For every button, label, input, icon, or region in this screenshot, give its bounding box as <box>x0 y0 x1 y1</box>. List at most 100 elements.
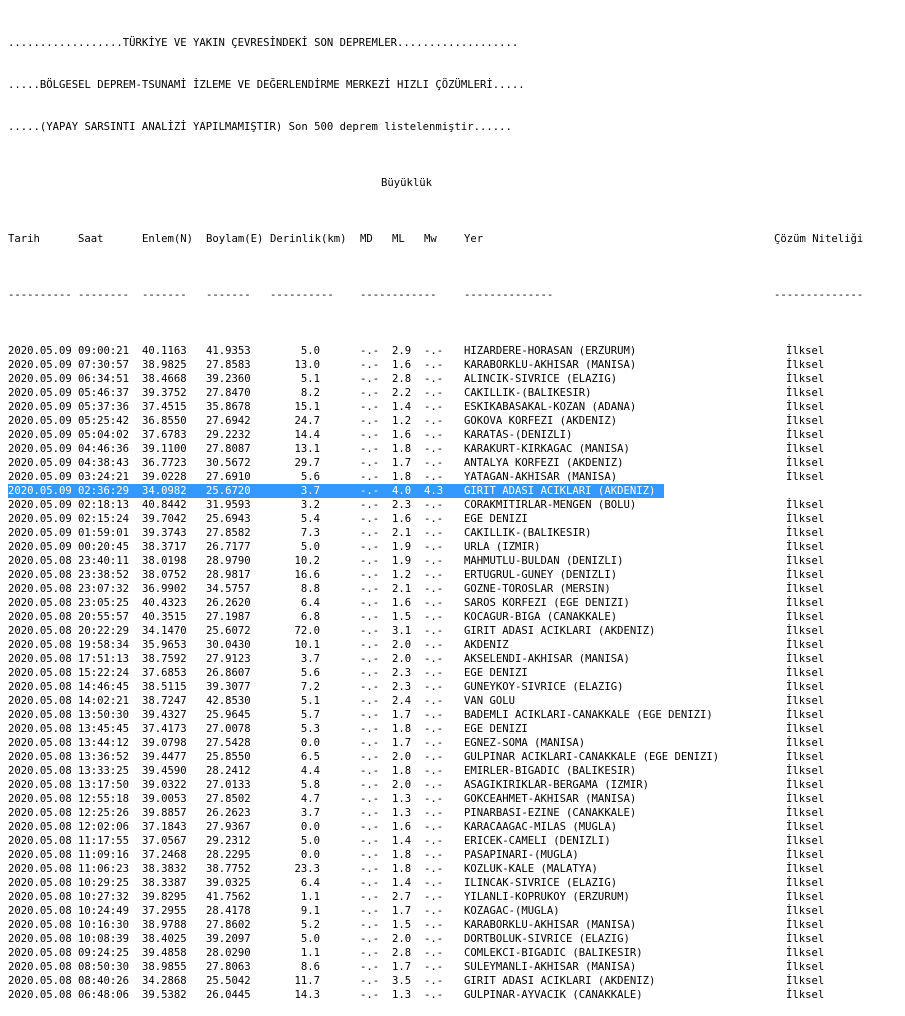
cell-place: GULPINAR ACIKLARI-CANAKKALE (EGE DENIZI) <box>464 751 720 763</box>
table-row[interactable]: 2020.05.09 06:34:51 38.4668 39.2360 5.1 -.- 2.… <box>8 372 863 386</box>
table-row[interactable]: 2020.05.08 12:25:26 39.8857 26.2623 3.7 -.- 1.… <box>8 806 863 820</box>
cell-ml: 1.6 <box>392 821 412 833</box>
table-row[interactable]: 2020.05.08 20:55:57 40.3515 27.1987 6.8 -.- 1.… <box>8 610 863 624</box>
table-row[interactable]: 2020.05.08 20:22:29 34.1470 25.6072 72.0 -.- 3… <box>8 624 863 638</box>
table-row[interactable]: 2020.05.08 11:06:23 38.3832 38.7752 23.3 -.- 1… <box>8 862 863 876</box>
table-row[interactable]: 2020.05.08 13:33:25 39.4590 28.2412 4.4 -.- 1.… <box>8 764 863 778</box>
table-row[interactable]: 2020.05.09 01:59:01 39.3743 27.8582 7.3 -.- 2.… <box>8 526 863 540</box>
cell-date: 2020.05.08 <box>8 709 72 721</box>
cell-md: -.- <box>360 541 380 553</box>
table-row[interactable]: 2020.05.09 02:18:13 40.8442 31.9593 3.2 -.- 2.… <box>8 498 863 512</box>
cell-lon: 25.6072 <box>206 625 251 637</box>
cell-time: 10:16:30 <box>78 919 130 931</box>
cell-mw: -.- <box>424 961 444 973</box>
cell-md: -.- <box>360 639 380 651</box>
cell-md: -.- <box>360 877 380 889</box>
cell-place: GOZNE-TOROSLAR (MERSIN) <box>464 583 611 595</box>
cell-place: YILANLI-KOPRUKOY (ERZURUM) <box>464 891 630 903</box>
cell-place: EGNEZ-SOMA (MANISA) <box>464 737 586 749</box>
table-row[interactable]: 2020.05.08 10:08:39 38.4025 39.2097 5.0 -.- 2.… <box>8 932 863 946</box>
cell-md: -.- <box>360 401 380 413</box>
cell-quality: İlksel <box>786 779 825 791</box>
table-row[interactable]: 2020.05.08 13:45:45 37.4173 27.0078 5.3 -.- 1.… <box>8 722 863 736</box>
cell-depth: 8.6 <box>300 961 320 973</box>
table-row[interactable]: 2020.05.08 14:02:21 38.7247 42.8530 5.1 -.- 2.… <box>8 694 863 708</box>
magnitude-group-label: Büyüklük <box>381 177 433 189</box>
cell-depth: 5.0 <box>300 933 320 945</box>
table-row[interactable]: 2020.05.08 10:27:32 39.8295 41.7562 1.1 -.- 2.… <box>8 890 863 904</box>
cell-date: 2020.05.09 <box>8 401 72 413</box>
table-row[interactable]: 2020.05.08 14:46:45 38.5115 39.3077 7.2 -.- 2.… <box>8 680 863 694</box>
cell-mw: -.- <box>424 373 444 385</box>
cell-place: GUNEYKOY-SIVRICE (ELAZIG) <box>464 681 624 693</box>
table-row[interactable]: 2020.05.08 08:40:26 34.2868 25.5042 11.7 -.- 3… <box>8 974 863 988</box>
cell-mw: -.- <box>424 933 444 945</box>
cell-place: EGE DENIZI <box>464 723 528 735</box>
table-row[interactable]: 2020.05.08 10:29:25 38.3387 39.0325 6.4 -.- 1.… <box>8 876 863 890</box>
cell-date: 2020.05.08 <box>8 611 72 623</box>
table-row[interactable]: 2020.05.08 12:02:06 37.1843 27.9367 0.0 -.- 1.… <box>8 820 863 834</box>
cell-date: 2020.05.09 <box>8 527 72 539</box>
table-row[interactable]: 2020.05.08 17:51:13 38.7592 27.9123 3.7 -.- 2.… <box>8 652 863 666</box>
cell-lon: 41.9353 <box>206 345 251 357</box>
cell-place: KOCAGUR-BIGA (CANAKKALE) <box>464 611 618 623</box>
table-row[interactable]: 2020.05.08 11:09:16 37.2468 28.2295 0.0 -.- 1.… <box>8 848 863 862</box>
table-row[interactable]: 2020.05.09 04:38:43 36.7723 30.5672 29.7 -.- 1… <box>8 456 863 470</box>
table-row[interactable]: 2020.05.08 13:17:50 39.0322 27.0133 5.8 -.- 2.… <box>8 778 863 792</box>
table-row[interactable]: 2020.05.08 23:07:32 36.9902 34.5757 8.8 -.- 2.… <box>8 582 863 596</box>
cell-md: -.- <box>360 695 380 707</box>
table-row[interactable]: 2020.05.09 02:36:29 34.0982 25.6720 3.7 -.- 4.… <box>8 484 824 498</box>
table-row[interactable]: 2020.05.08 13:36:52 39.4477 25.8550 6.5 -.- 2.… <box>8 750 863 764</box>
table-row[interactable]: 2020.05.08 06:48:06 39.5382 26.0445 14.3 -.- 1… <box>8 988 863 1002</box>
table-row[interactable]: 2020.05.08 13:44:12 39.0798 27.5428 0.0 -.- 1.… <box>8 736 863 750</box>
cell-lon: 26.2623 <box>206 807 251 819</box>
table-row[interactable]: 2020.05.08 10:16:30 38.9788 27.8602 5.2 -.- 1.… <box>8 918 863 932</box>
cell-quality: İlksel <box>786 821 825 833</box>
cell-depth: 7.3 <box>300 527 320 539</box>
table-row[interactable]: 2020.05.09 02:15:24 39.7042 25.6943 5.4 -.- 1.… <box>8 512 863 526</box>
cell-place: VAN GOLU <box>464 695 516 707</box>
cell-ml: 2.0 <box>392 933 412 945</box>
cell-lat: 38.3717 <box>142 541 187 553</box>
cell-quality: İlksel <box>786 499 825 511</box>
table-row[interactable]: 2020.05.08 15:22:24 37.6853 26.8607 5.6 -.- 2.… <box>8 666 863 680</box>
cell-quality: İlksel <box>786 919 825 931</box>
cell-md: -.- <box>360 569 380 581</box>
cell-ml: 2.4 <box>392 695 412 707</box>
table-row[interactable]: 2020.05.08 09:24:25 39.4858 28.0290 1.1 -.- 2.… <box>8 946 863 960</box>
table-row[interactable]: 2020.05.09 03:24:21 39.0228 27.6910 5.6 -.- 1.… <box>8 470 863 484</box>
cell-lat: 39.0053 <box>142 793 187 805</box>
cell-ml: 2.3 <box>392 499 412 511</box>
cell-lat: 37.6783 <box>142 429 187 441</box>
cell-md: -.- <box>360 751 380 763</box>
table-row[interactable]: 2020.05.08 23:38:52 38.0752 28.9817 16.6 -.- 1… <box>8 568 863 582</box>
table-row[interactable]: 2020.05.09 09:00:21 40.1163 41.9353 5.0 -.- 2.… <box>8 344 863 358</box>
table-row[interactable]: 2020.05.09 04:46:36 39.1100 27.8087 13.1 -.- 1… <box>8 442 863 456</box>
table-row[interactable]: 2020.05.08 13:50:30 39.4327 25.9645 5.7 -.- 1.… <box>8 708 863 722</box>
table-row[interactable]: 2020.05.08 11:17:55 37.0567 29.2312 5.0 -.- 1.… <box>8 834 863 848</box>
table-row[interactable]: 2020.05.09 05:37:36 37.4515 35.8678 15.1 -.- 1… <box>8 400 863 414</box>
cell-md: -.- <box>360 947 380 959</box>
table-row[interactable]: 2020.05.08 23:40:11 38.0198 28.9790 10.2 -.- 1… <box>8 554 863 568</box>
cell-date: 2020.05.08 <box>8 905 72 917</box>
table-row[interactable]: 2020.05.08 19:58:34 35.9653 30.0430 10.1 -.- 2… <box>8 638 863 652</box>
cell-depth: 1.1 <box>300 891 320 903</box>
cell-date: 2020.05.09 <box>8 457 72 469</box>
table-row[interactable]: 2020.05.09 07:30:57 38.9825 27.8583 13.0 -.- 1… <box>8 358 863 372</box>
table-row[interactable]: 2020.05.09 05:46:37 39.3752 27.8470 8.2 -.- 2.… <box>8 386 863 400</box>
cell-ml: 2.3 <box>392 681 412 693</box>
cell-lat: 39.0322 <box>142 779 187 791</box>
table-row[interactable]: 2020.05.08 23:05:25 40.4323 26.2620 6.4 -.- 1.… <box>8 596 863 610</box>
table-row[interactable]: 2020.05.08 10:24:49 37.2955 28.4178 9.1 -.- 1.… <box>8 904 863 918</box>
table-row[interactable]: 2020.05.08 12:55:18 39.0053 27.8502 4.7 -.- 1.… <box>8 792 863 806</box>
table-row[interactable]: 2020.05.08 08:50:30 38.9855 27.8063 8.6 -.- 1.… <box>8 960 863 974</box>
table-row[interactable]: 2020.05.09 05:25:42 36.8550 27.6942 24.7 -.- 1… <box>8 414 863 428</box>
table-row[interactable]: 2020.05.09 00:20:45 38.3717 26.7177 5.0 -.- 1.… <box>8 540 863 554</box>
cell-mw: -.- <box>424 681 444 693</box>
cell-lon: 28.2412 <box>206 765 251 777</box>
cell-md: -.- <box>360 555 380 567</box>
dash-time: -------- <box>78 289 130 301</box>
table-row[interactable]: 2020.05.09 05:04:02 37.6783 29.2232 14.4 -.- 1… <box>8 428 863 442</box>
cell-mw: -.- <box>424 471 444 483</box>
cell-time: 08:40:26 <box>78 975 130 987</box>
